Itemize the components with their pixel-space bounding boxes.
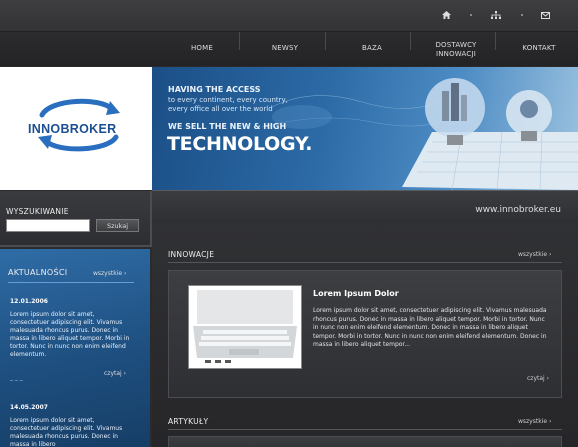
- banner-line1: HAVING THE ACCESS: [168, 85, 261, 94]
- innovations-all-label: wszystkie: [518, 251, 548, 258]
- nav-newsy[interactable]: NEWSY: [265, 44, 305, 53]
- laptop-photo: [193, 290, 297, 363]
- nav-baza[interactable]: BAZA: [352, 44, 392, 53]
- chevron-right-icon: ›: [548, 251, 552, 258]
- nav-dostawcy-innowacji[interactable]: DOSTAWCY INNOWACJI: [428, 41, 484, 59]
- logo-text: INNOBROKER: [28, 122, 117, 136]
- logo-area[interactable]: INNOBROKER: [0, 67, 152, 190]
- hero-banner: HAVING THE ACCESS to every continent, ev…: [152, 67, 578, 190]
- nav-label-line1: DOSTAWCY: [435, 41, 477, 49]
- mail-icon[interactable]: [540, 10, 550, 20]
- article-read-more[interactable]: czytaj ›: [527, 375, 549, 382]
- article-read-more-label: czytaj: [527, 375, 545, 382]
- nav-kontakt[interactable]: KONTAKT: [517, 44, 561, 53]
- laptop-image[interactable]: [188, 285, 302, 369]
- nav-home[interactable]: HOME: [182, 44, 222, 53]
- news-read-more-label: czytaj: [104, 370, 122, 377]
- nav-separator: [239, 32, 240, 50]
- news-text: Lorem ipsum dolor sit amet, consectetuer…: [10, 417, 123, 447]
- news-date: 14.05.2007: [10, 404, 48, 411]
- news-all-label: wszystkie: [93, 270, 123, 277]
- article-title[interactable]: Lorem Ipsum Dolor: [313, 289, 399, 298]
- divider: [168, 429, 562, 430]
- innovations-all-link[interactable]: wszystkie ›: [518, 251, 551, 258]
- nav-separator: [410, 32, 411, 50]
- news-read-more[interactable]: czytaj ›: [104, 370, 126, 377]
- site-url[interactable]: www.innobroker.eu: [475, 205, 561, 215]
- top-bar: [0, 0, 578, 32]
- chevron-right-icon: ›: [123, 370, 127, 377]
- banner-base: www.innobroker.eu: [152, 190, 578, 223]
- banner-line3: every office all over the world: [168, 105, 273, 113]
- page: HOME NEWSY BAZA DOSTAWCY INNOWACJI KONTA…: [0, 0, 578, 447]
- home-icon[interactable]: [441, 10, 451, 20]
- articles-all-link[interactable]: wszystkie ›: [518, 418, 551, 425]
- search-input[interactable]: [6, 219, 90, 232]
- ellipsis: _ _ _: [10, 374, 23, 381]
- divider: [8, 282, 134, 283]
- banner-headline: TECHNOLOGY.: [167, 133, 313, 155]
- search-button[interactable]: Szukaj: [96, 219, 139, 232]
- search-title: WYSZUKIWANIE: [6, 207, 69, 216]
- separator-dot: [470, 14, 472, 16]
- articles-title: ARTYKUŁY: [168, 417, 209, 426]
- search-panel: WYSZUKIWANIE Szukaj: [0, 191, 152, 247]
- news-date: 12.01.2006: [10, 298, 48, 305]
- innovations-title: INNOWACJE: [168, 250, 215, 259]
- articles-all-label: wszystkie: [518, 418, 548, 425]
- chevron-right-icon: ›: [123, 270, 127, 277]
- nav-separator: [325, 32, 326, 50]
- news-column: AKTUALNOŚCI wszystkie › 12.01.2006 Lorem…: [0, 249, 150, 447]
- news-all-link[interactable]: wszystkie ›: [93, 270, 126, 277]
- main-nav: HOME NEWSY BAZA DOSTAWCY INNOWACJI KONTA…: [0, 32, 578, 66]
- nav-separator: [495, 32, 496, 50]
- chevron-right-icon: ›: [546, 375, 550, 382]
- banner-line4: WE SELL THE NEW & HIGH: [168, 122, 287, 131]
- lightbulb-globe-icon: [506, 90, 552, 141]
- articles-card: [168, 436, 562, 447]
- nav-label-line2: INNOWACJI: [435, 50, 477, 58]
- innovation-card: Lorem Ipsum Dolor Lorem ipsum dolor sit …: [168, 270, 562, 398]
- news-text: Lorem ipsum dolor sit amet, consectetuer…: [10, 311, 130, 358]
- main-content: INNOWACJE wszystkie › Lorem Ipsum Dolor …: [152, 223, 578, 447]
- news-title: AKTUALNOŚCI: [8, 268, 68, 277]
- lightbulb-city-icon: [425, 78, 485, 145]
- banner-line2: to every continent, every country,: [168, 96, 288, 104]
- divider: [168, 262, 562, 263]
- article-text: Lorem ipsum dolor sit amet, consectetuer…: [313, 307, 547, 348]
- separator-dot: [521, 14, 523, 16]
- chevron-right-icon: ›: [548, 418, 552, 425]
- sitemap-icon[interactable]: [491, 10, 501, 20]
